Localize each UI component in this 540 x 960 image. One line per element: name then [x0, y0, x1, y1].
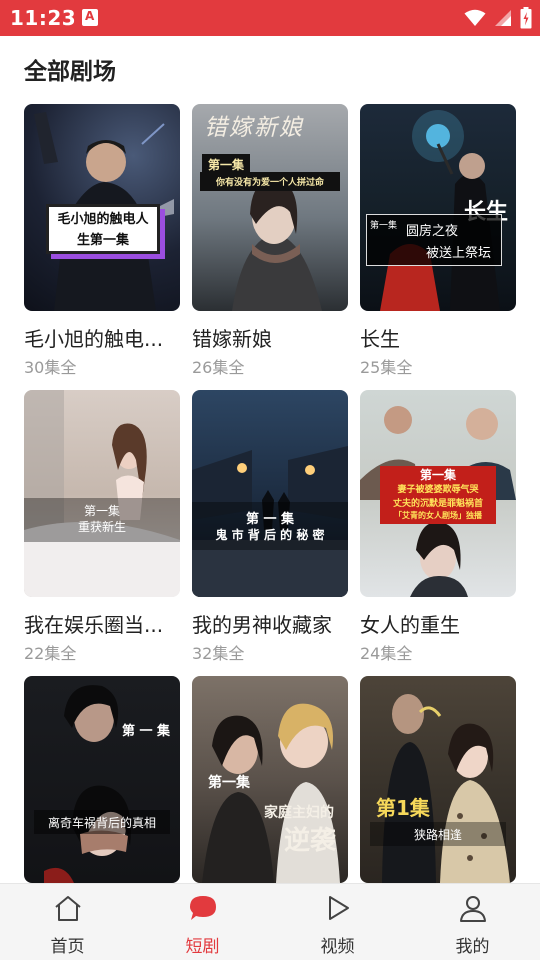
- poster-episode-tag: 第 一 集: [245, 512, 295, 527]
- poster-caption-line: 毛小旭的触电人: [57, 212, 149, 227]
- episode-count: 22集全: [24, 644, 77, 663]
- drama-card[interactable]: 长生 第一集 圆房之夜 被送上祭坛 长生 25集全: [360, 104, 516, 377]
- nav-label: 视频: [320, 937, 355, 957]
- poster-episode-tag: 第一集: [419, 468, 456, 482]
- drama-card[interactable]: 第一集 重获新生 我在娱乐圈当... 22集全: [24, 390, 180, 663]
- nav-item-home[interactable]: 首页: [0, 884, 135, 960]
- status-icons: [464, 7, 532, 29]
- episode-count: 26集全: [192, 358, 245, 377]
- battery-icon: [520, 7, 532, 29]
- drama-poster[interactable]: 第一集 家庭主妇的 逆袭: [192, 676, 348, 883]
- drama-poster[interactable]: 第1集 狭路相逢: [360, 676, 516, 883]
- poster-figure: [24, 390, 180, 597]
- poster-caption-line: 圆房之夜: [406, 224, 459, 239]
- poster-caption-line: 丈夫的沉默是罪魁祸首: [392, 499, 483, 509]
- drama-poster[interactable]: 第一集 重获新生: [24, 390, 180, 597]
- drama-poster[interactable]: 第一集 妻子被婆婆欺辱气哭 丈夫的沉默是罪魁祸首 「艾青的女人剧场」独播: [360, 390, 516, 597]
- poster-caption-line: 妻子被婆婆欺辱气哭: [397, 485, 479, 495]
- nav-item-video[interactable]: 视频: [270, 884, 405, 960]
- poster-caption-line: 「艾青的女人剧场」独播: [394, 510, 482, 520]
- poster-episode-tag: 第一集: [83, 504, 120, 518]
- poster-episode-tag: 第一集: [208, 775, 250, 791]
- nav-item-profile[interactable]: 我的: [405, 884, 540, 960]
- episode-count: 24集全: [360, 644, 413, 663]
- drama-poster[interactable]: 第 一 集 离奇车祸背后的真相: [24, 676, 180, 883]
- play-icon: [328, 896, 349, 920]
- poster-episode-tag: 第 一 集: [122, 724, 171, 739]
- episode-count: 32集全: [192, 644, 245, 663]
- episode-count: 30集全: [24, 358, 77, 377]
- drama-poster[interactable]: 毛小旭的触电人 生第一集: [24, 104, 180, 311]
- drama-title: 我在娱乐圈当...: [24, 613, 164, 637]
- app-badge-letter: A: [85, 9, 95, 23]
- drama-card[interactable]: 第1集 狭路相逢: [360, 676, 516, 883]
- poster-caption-line: 生第一集: [76, 233, 129, 248]
- drama-title: 毛小旭的触电...: [24, 327, 164, 351]
- home-icon: [54, 896, 81, 921]
- poster-caption-line: 重获新生: [77, 520, 126, 534]
- drama-title: 错嫁新娘: [192, 327, 272, 351]
- poster-caption-line: 被送上祭坛: [426, 246, 492, 261]
- episode-count: 25集全: [360, 358, 413, 377]
- bottom-nav: 首页 短剧 视频 我的: [0, 883, 540, 960]
- signal-icon: [495, 10, 511, 26]
- drama-poster[interactable]: 错嫁新娘 第一集 你有没有为爱一个人拼过命: [192, 104, 348, 311]
- nav-label: 短剧: [185, 937, 220, 957]
- drama-card[interactable]: 第 一 集 离奇车祸背后的真相: [24, 676, 180, 883]
- wifi-icon: [464, 9, 486, 26]
- drama-card[interactable]: 第一集 妻子被婆婆欺辱气哭 丈夫的沉默是罪魁祸首 「艾青的女人剧场」独播 女人的…: [360, 390, 516, 663]
- drama-card[interactable]: 第一集 家庭主妇的 逆袭: [192, 676, 348, 883]
- poster-figure: [192, 446, 348, 597]
- poster-tagline: 你有没有为爱一个人拼过命: [200, 172, 340, 191]
- poster-episode-tag: 第一集: [370, 221, 398, 231]
- poster-title-art: 逆袭: [284, 826, 337, 856]
- poster-caption-line: 家庭主妇的: [264, 805, 334, 821]
- drama-title: 女人的重生: [360, 613, 460, 637]
- nav-label: 我的: [455, 937, 490, 957]
- drama-title: 我的男神收藏家: [192, 613, 332, 637]
- poster-figure: [44, 685, 131, 883]
- poster-caption-box: 毛小旭的触电人 生第一集: [46, 204, 160, 254]
- drama-card[interactable]: 错嫁新娘 第一集 你有没有为爱一个人拼过命 错嫁新娘 26集全: [192, 104, 348, 377]
- page-title: 全部剧场: [24, 59, 116, 85]
- poster-caption-line: 狭路相逢: [413, 828, 462, 842]
- poster-caption-line: 离奇车祸背后的真相: [47, 816, 156, 830]
- drama-card[interactable]: 毛小旭的触电人 生第一集 毛小旭的触电... 30集全: [24, 104, 180, 377]
- poster-figure: [382, 694, 510, 883]
- nav-item-drama[interactable]: 短剧: [135, 884, 270, 960]
- poster-caption-line: 鬼 市 背 后 的 秘 密: [215, 528, 325, 542]
- drama-poster[interactable]: 第 一 集 鬼 市 背 后 的 秘 密: [192, 390, 348, 597]
- person-icon: [459, 896, 486, 922]
- chat-bubble-icon: [189, 896, 216, 920]
- drama-poster[interactable]: 长生 第一集 圆房之夜 被送上祭坛: [360, 104, 516, 311]
- poster-title-art: 错嫁新娘: [204, 115, 304, 141]
- drama-card[interactable]: 第 一 集 鬼 市 背 后 的 秘 密 我的男神收藏家 32集全: [192, 390, 348, 663]
- status-bar: 11:23 A: [0, 0, 540, 36]
- nav-label: 首页: [50, 937, 85, 957]
- drama-title: 长生: [360, 327, 400, 351]
- app-notification-icon: A: [82, 9, 98, 26]
- poster-episode-tag: 第1集: [376, 796, 430, 820]
- status-time: 11:23: [10, 6, 77, 30]
